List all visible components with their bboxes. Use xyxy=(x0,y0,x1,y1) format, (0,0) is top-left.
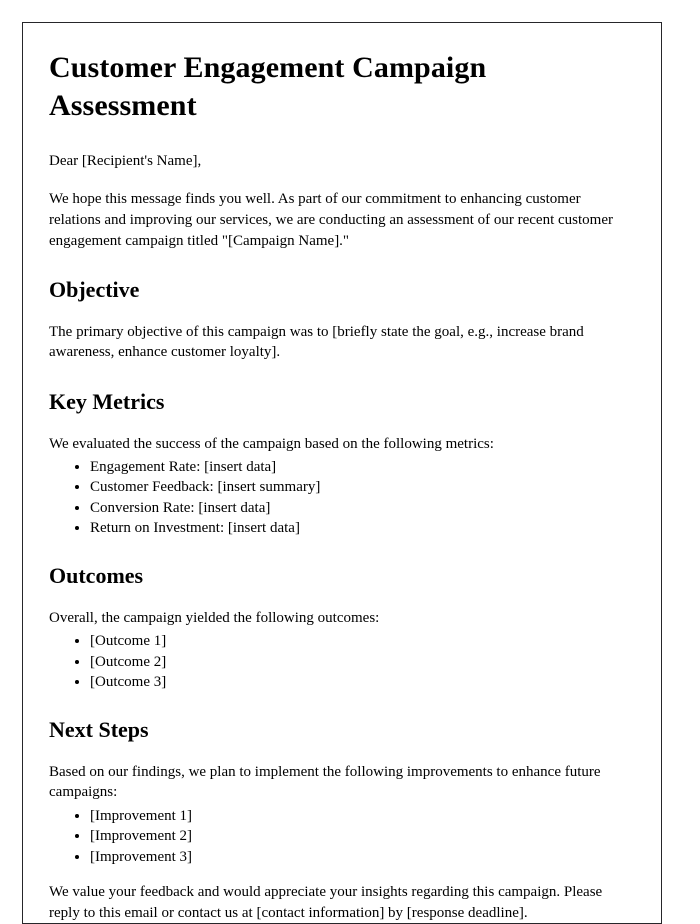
next-steps-paragraph: Based on our findings, we plan to implem… xyxy=(49,763,601,801)
outcomes-list: [Outcome 1] [Outcome 2] [Outcome 3] xyxy=(49,632,637,691)
salutation-line: Dear [Recipient's Name], xyxy=(49,152,202,169)
objective-paragraph: The primary objective of this campaign w… xyxy=(49,323,584,361)
list-item: [Improvement 3] xyxy=(90,848,637,866)
closing-paragraph: We value your feedback and would appreci… xyxy=(49,884,603,921)
section-heading-key-metrics: Key Metrics xyxy=(49,389,165,415)
outcomes-paragraph: Overall, the campaign yielded the follow… xyxy=(49,609,380,626)
section-heading-next-steps: Next Steps xyxy=(49,717,149,743)
section-heading-objective: Objective xyxy=(49,277,140,303)
list-item: Customer Feedback: [insert summary] xyxy=(90,478,637,496)
list-item: [Outcome 2] xyxy=(90,653,637,671)
page-title: Customer Engagement Campaign Assessment xyxy=(49,51,487,122)
list-item: [Outcome 1] xyxy=(90,632,637,650)
next-steps-list: [Improvement 1] [Improvement 2] [Improve… xyxy=(49,807,637,866)
document-page: Customer Engagement Campaign Assessment … xyxy=(22,22,662,924)
list-item: Conversion Rate: [insert data] xyxy=(90,499,637,517)
section-heading-outcomes: Outcomes xyxy=(49,563,144,589)
list-item: [Outcome 3] xyxy=(90,673,637,691)
intro-paragraph: We hope this message finds you well. As … xyxy=(49,191,613,249)
key-metrics-list: Engagement Rate: [insert data] Customer … xyxy=(49,458,637,537)
list-item: [Improvement 2] xyxy=(90,827,637,845)
list-item: Return on Investment: [insert data] xyxy=(90,519,637,537)
list-item: [Improvement 1] xyxy=(90,807,637,825)
key-metrics-paragraph: We evaluated the success of the campaign… xyxy=(49,435,494,452)
document-content: Customer Engagement Campaign Assessment … xyxy=(23,23,661,923)
list-item: Engagement Rate: [insert data] xyxy=(90,458,637,476)
